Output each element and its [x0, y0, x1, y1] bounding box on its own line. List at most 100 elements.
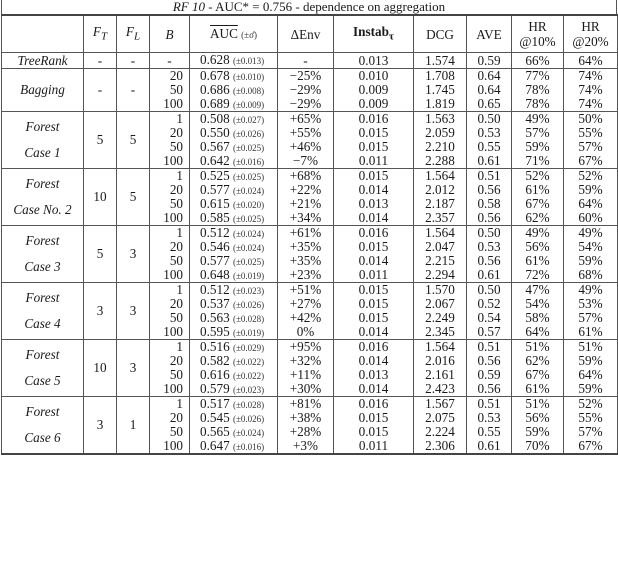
- cell-value: 74%: [578, 82, 603, 97]
- cell-value: 56%: [525, 410, 550, 425]
- cell-method: Forest Case No. 2: [1, 168, 84, 226]
- cell-value: 100: [163, 324, 183, 339]
- cell-dcg: 1.708 1.745 1.819: [413, 68, 467, 112]
- table-row-group: Forest Case 4 3 3 1 20 50 100 0.512 (±0.023) 0.53…: [1, 282, 618, 340]
- cell-value: 51%: [525, 396, 550, 411]
- cell-value: 50: [169, 82, 183, 97]
- header-dcg: DCG: [413, 14, 467, 53]
- cell-ave: 0.51 0.56 0.58 0.56: [466, 168, 512, 226]
- cell-value: 0.56: [477, 182, 501, 197]
- auc-sd: (±0.028): [232, 314, 265, 324]
- cell-value: 59%: [525, 424, 550, 439]
- cell-value: 0.55: [477, 424, 501, 439]
- auc-value: 0.525: [200, 168, 230, 183]
- cell-value: 0.54: [477, 310, 501, 325]
- cell-value: 0.615 (±0.020): [190, 197, 277, 211]
- cell-hr20: 52% 55% 57% 67%: [563, 396, 618, 455]
- cell-env: +95% +32% +11% +30%: [277, 339, 334, 397]
- cell-value: 0.678 (±0.010): [190, 69, 277, 83]
- method-name-line1: Forest: [25, 119, 60, 134]
- cell-ft: 10: [83, 168, 117, 226]
- cell-dcg: 1.564 2.012 2.187 2.357: [413, 168, 467, 226]
- auc-sd: (±0.025): [232, 172, 265, 182]
- cell-value: 0.57: [477, 324, 501, 339]
- auc-value: 0.595: [200, 324, 230, 339]
- cell-value: +27%: [289, 296, 322, 311]
- table-row-treerank: TreeRank - - - 0.628 (±0.013) - 0.013 1.…: [1, 52, 618, 69]
- auc-value: 0.647: [200, 438, 230, 453]
- cell-value: 20: [169, 125, 183, 140]
- cell-fl: 3: [116, 225, 150, 283]
- header-env: ΔEnv: [277, 14, 334, 53]
- cell-value: 2.357: [425, 210, 455, 225]
- cell-value: 0.508 (±0.027): [190, 112, 277, 126]
- cell-value: 0.50: [477, 282, 501, 297]
- cell-value: 74%: [578, 68, 603, 83]
- cell-hr10: 49% 56% 61% 72%: [511, 225, 564, 283]
- cell-value: 1.564: [425, 339, 455, 354]
- cell-value: 78%: [525, 82, 550, 97]
- cell-hr20: 51% 59% 64% 59%: [563, 339, 618, 397]
- cell-value: +81%: [289, 396, 322, 411]
- cell-ave: 0.50 0.53 0.56 0.61: [466, 225, 512, 283]
- cell-value: +21%: [289, 196, 322, 211]
- table-title: RF 10 - AUC* = 0.756 - dependence on agg…: [1, 0, 617, 14]
- cell-value: 0.56: [477, 210, 501, 225]
- cell-value: 0.015: [358, 424, 389, 439]
- cell-dcg: 1.570 2.067 2.249 2.345: [413, 282, 467, 340]
- auc-value: 0.545: [200, 410, 230, 425]
- cell-auc: 0.628 (±0.013): [189, 52, 278, 69]
- cell-value: 20: [169, 353, 183, 368]
- cell-b: 1 20 50 100: [149, 168, 190, 226]
- cell-auc: 0.517 (±0.028) 0.545 (±0.026) 0.565 (±0.02…: [189, 396, 278, 455]
- header-hr10-line2: @10%: [519, 34, 556, 49]
- auc-sd: (±0.022): [232, 371, 265, 381]
- auc-value: 0.567: [200, 139, 230, 154]
- cell-value: −29%: [289, 96, 322, 111]
- cell-value: 2.249: [425, 310, 455, 325]
- cell-hr10: 51% 62% 67% 61%: [511, 339, 564, 397]
- cell-value: 1.564: [425, 168, 455, 183]
- cell-value: 49%: [578, 225, 603, 240]
- method-name-line1: Bagging: [20, 82, 65, 97]
- header-fl-subscript: L: [133, 30, 141, 43]
- cell-b: 1 20 50 100: [149, 282, 190, 340]
- cell-value: 0.58: [477, 196, 501, 211]
- method-name-line1: Forest: [25, 347, 60, 362]
- cell-value: 2.016: [425, 353, 455, 368]
- cell-value: +32%: [289, 353, 322, 368]
- header-ave: AVE: [466, 14, 512, 53]
- cell-value: 47%: [525, 282, 550, 297]
- method-name-line1: Forest: [25, 233, 60, 248]
- cell-value: 0.014: [358, 210, 389, 225]
- cell-value: 57%: [578, 424, 603, 439]
- cell-value: 0.56: [477, 381, 501, 396]
- cell-value: 0.015: [358, 139, 389, 154]
- table-row-group: Bagging - -20 50 100 0.678 (±0.010) 0.686 (±0.…: [1, 68, 618, 112]
- cell-value: 0%: [296, 324, 315, 339]
- cell-value: 50%: [578, 111, 603, 126]
- table-row-group: Forest Case 1 5 5 1 20 50 100 0.508 (±0.027) 0.55…: [1, 111, 618, 169]
- cell-env: +81% +38% +28% +3%: [277, 396, 334, 455]
- auc-sd: (±0.019): [232, 328, 265, 338]
- cell-method: Forest Case 4: [1, 282, 84, 340]
- cell-value: 56%: [525, 239, 550, 254]
- cell-fl: -: [116, 52, 150, 69]
- cell-value: 0.009: [358, 96, 389, 111]
- cell-value: 61%: [525, 381, 550, 396]
- cell-value: 100: [163, 438, 183, 453]
- cell-value: 0.013: [358, 196, 389, 211]
- auc-value: 0.615: [200, 196, 230, 211]
- cell-value: −7%: [292, 153, 319, 168]
- cell-value: 0.512 (±0.023): [190, 283, 277, 297]
- header-row: FT FL B AUC (±σ̂) ΔEnv Instabτ DCG AVE H…: [1, 14, 618, 53]
- cell-value: 0.013: [358, 367, 389, 382]
- cell-hr10: 47% 54% 58% 64%: [511, 282, 564, 340]
- cell-value: 57%: [578, 139, 603, 154]
- cell-value: 0.648 (±0.019): [190, 268, 277, 282]
- cell-value: 2.294: [425, 267, 455, 282]
- cell-value: 2.012: [425, 182, 455, 197]
- header-b: B: [149, 14, 190, 53]
- method-name-line2: Case 3: [24, 259, 61, 274]
- auc-sd: (±0.010): [232, 72, 265, 82]
